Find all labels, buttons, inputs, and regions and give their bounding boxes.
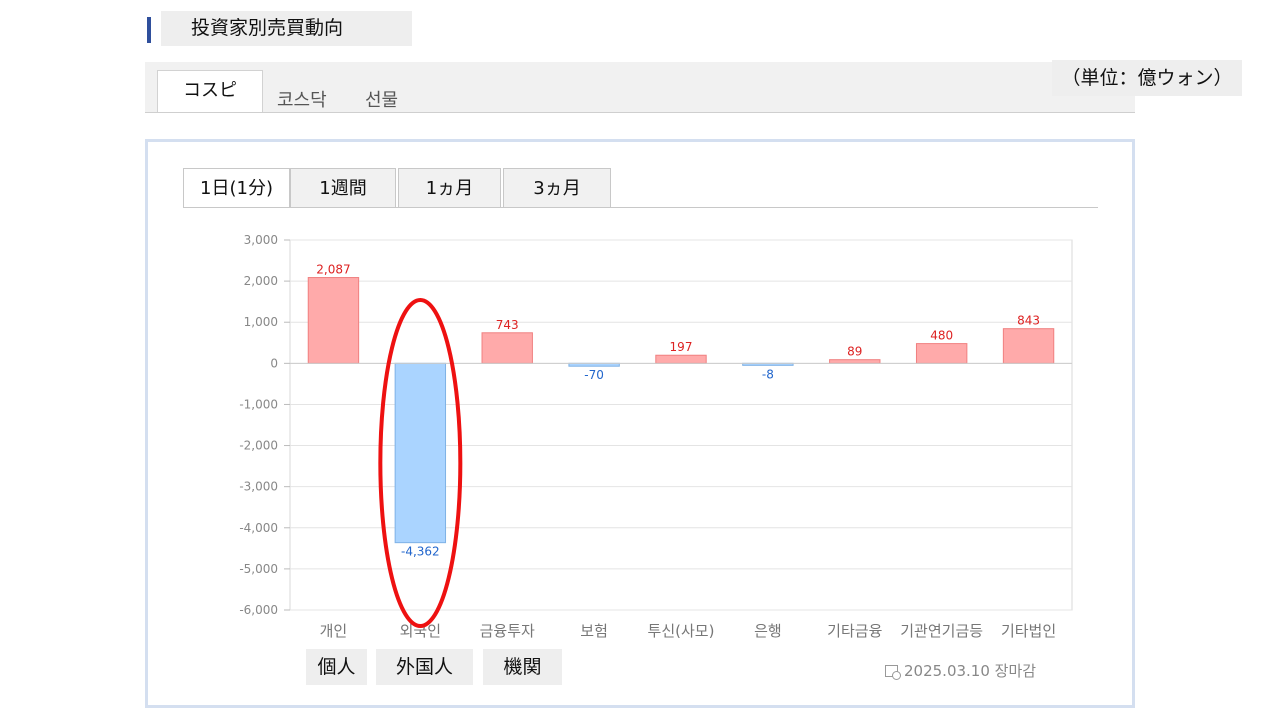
bar (915, 343, 968, 364)
y-tick-label: -4,000 (239, 521, 278, 535)
y-tick-label: 1,000 (244, 315, 278, 329)
x-tick-label: 기타법인 (1001, 622, 1056, 640)
data-label: 480 (930, 329, 953, 343)
y-tick-label: -2,000 (239, 439, 278, 453)
x-tick-label: 보험 (580, 622, 608, 640)
x-tick-label: 은행 (754, 622, 782, 640)
annotation-institution: 機関 (483, 649, 562, 685)
bar (481, 332, 533, 364)
y-tick-label: -1,000 (239, 397, 278, 411)
y-tick-label: -6,000 (239, 603, 278, 617)
bar (394, 362, 447, 544)
bar (655, 354, 707, 364)
bar (829, 359, 881, 364)
data-label: -8 (762, 367, 774, 381)
annotation-individual: 個人 (306, 649, 367, 685)
x-tick-label: 기관연기금등 (900, 622, 983, 640)
x-tick-label: 기타금융 (827, 622, 882, 640)
market-close-date: 2025.03.10 장마감 (885, 660, 1036, 681)
x-tick-label: 금융투자 (480, 622, 535, 640)
y-tick-label: 2,000 (244, 274, 278, 288)
x-tick-label: 개인 (320, 622, 348, 640)
data-label: 843 (1017, 314, 1040, 328)
bar-chart: 3,000 2,000 1,000 0 -1,000 -2,000 -3,000 -4,000… (239, 233, 1073, 640)
data-label: 197 (670, 340, 693, 354)
x-tick-label: 투신(사모) (648, 622, 715, 640)
date-text: 2025.03.10 장마감 (904, 662, 1037, 680)
calendar-clock-icon (885, 665, 901, 680)
y-tick-label: -5,000 (239, 562, 278, 576)
data-label: 2,087 (316, 263, 350, 277)
bar (1002, 328, 1055, 364)
data-label: -4,362 (401, 545, 440, 559)
bar (307, 277, 360, 364)
y-tick-label: -3,000 (239, 480, 278, 494)
y-tick-label: 0 (270, 356, 278, 370)
annotation-foreign: 外国人 (376, 649, 473, 685)
data-label: 743 (496, 318, 519, 332)
data-label: -70 (584, 368, 604, 382)
data-label: 89 (847, 345, 862, 359)
y-tick-label: 3,000 (244, 233, 278, 247)
